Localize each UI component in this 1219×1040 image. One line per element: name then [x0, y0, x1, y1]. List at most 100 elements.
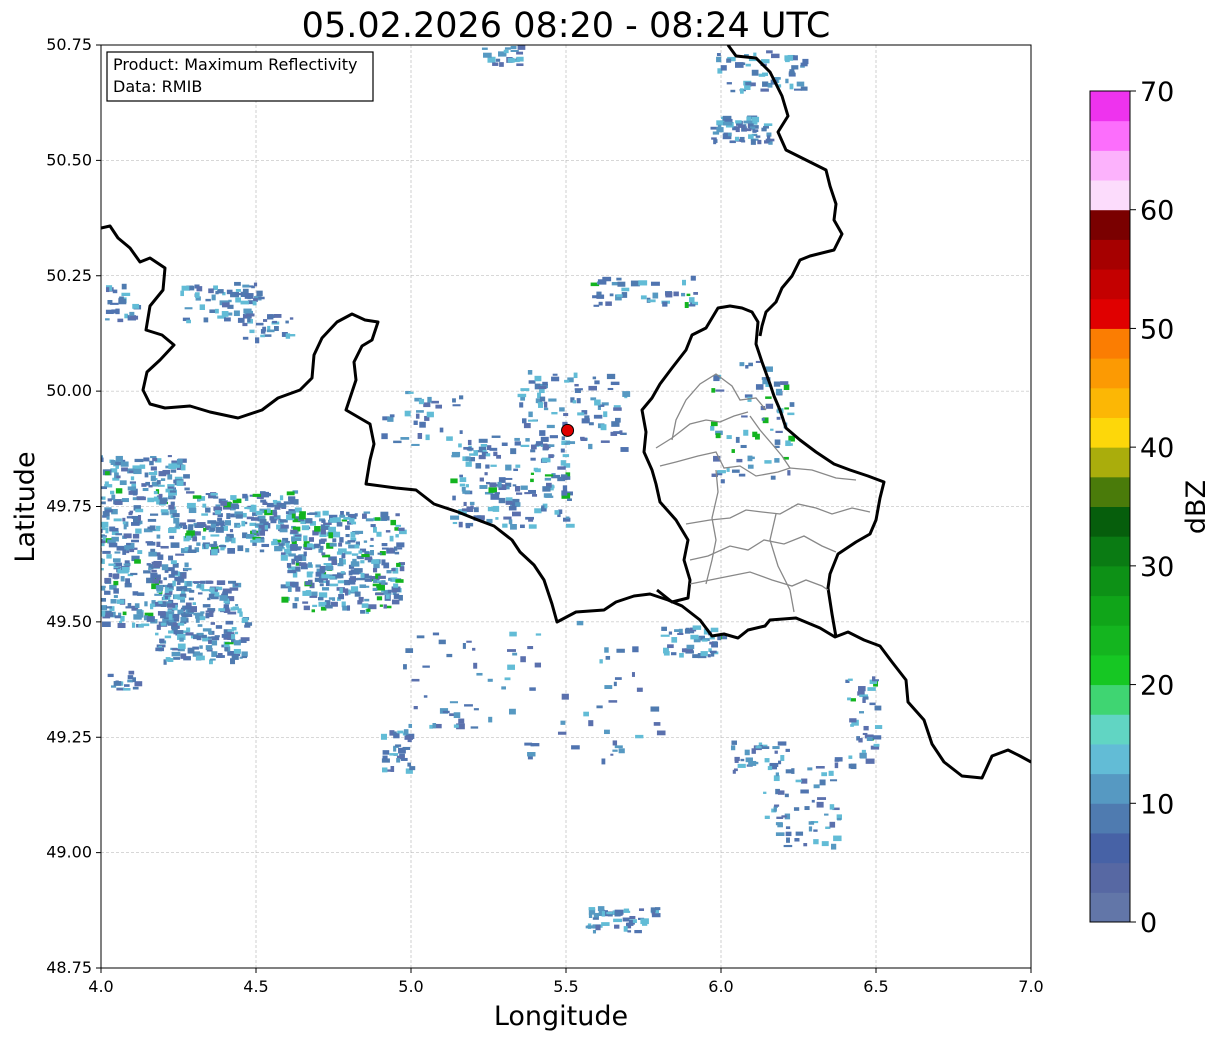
echo-cell — [419, 421, 426, 428]
echo-cell — [459, 474, 463, 478]
echo-cell — [449, 701, 459, 704]
echo-cell — [170, 469, 177, 473]
echo-cell — [152, 457, 158, 462]
echo-cell — [476, 672, 483, 676]
echo-cell — [785, 769, 792, 774]
echo-cell — [210, 523, 217, 528]
echo-cell — [363, 585, 370, 588]
echo-cell — [560, 720, 566, 725]
y-tick-label: 50.00 — [46, 381, 92, 400]
echo-cell — [186, 319, 191, 324]
echo-cell — [274, 545, 283, 552]
echo-cell — [226, 513, 231, 520]
echo-cell — [601, 911, 606, 917]
echo-cell — [250, 539, 259, 543]
x-axis-label: Longitude — [494, 1001, 628, 1032]
echo-cell — [465, 461, 472, 467]
echo-cell — [534, 662, 542, 668]
echo-cell — [400, 757, 408, 761]
echo-cell — [215, 504, 221, 507]
echo-cell — [389, 753, 399, 756]
echo-cell — [541, 505, 545, 511]
echo-cell — [393, 440, 402, 444]
echo-cell — [432, 632, 440, 636]
echo-cell — [182, 525, 188, 530]
echo-cell — [872, 735, 882, 740]
echo-cell — [549, 435, 558, 439]
echo-cell — [201, 634, 207, 638]
echo-cell — [226, 289, 233, 295]
echo-cell — [560, 460, 566, 466]
echo-cell — [223, 317, 231, 322]
echo-cell — [225, 620, 234, 625]
x-tick-label: 5.0 — [398, 977, 423, 996]
echo-cell — [237, 545, 244, 552]
echo-cell — [129, 481, 137, 484]
echo-cell — [505, 464, 512, 471]
echo-cell — [351, 553, 359, 556]
echo-cell — [479, 477, 484, 482]
echo-cell — [594, 399, 601, 406]
echo-cell — [804, 806, 810, 811]
echo-cell — [116, 599, 125, 604]
echo-cell — [381, 433, 388, 440]
echo-cell — [638, 908, 645, 911]
echo-cell — [363, 540, 368, 543]
echo-cell — [767, 766, 773, 771]
echo-cell — [785, 831, 792, 837]
echo-cell — [115, 308, 120, 315]
echo-cell — [593, 304, 600, 307]
echo-cell — [322, 511, 328, 515]
echo-cell — [573, 372, 578, 379]
echo-cell — [218, 520, 225, 523]
echo-cell — [650, 706, 660, 712]
echo-cell — [229, 535, 234, 538]
echo-cell — [193, 612, 202, 616]
echo-cell — [738, 473, 746, 477]
echo-cell — [829, 779, 838, 782]
echo-cell — [741, 415, 748, 418]
echo-cell — [192, 602, 196, 606]
echo-cell — [302, 590, 312, 596]
echo-cell — [466, 640, 472, 643]
echo-cell — [118, 298, 127, 305]
echo-cell — [319, 568, 326, 574]
echo-cell — [378, 575, 386, 579]
echo-cell — [772, 746, 780, 750]
x-tick-label: 6.0 — [708, 977, 733, 996]
echo-cell — [548, 398, 557, 402]
echo-cell — [390, 519, 397, 526]
echo-cell — [224, 520, 231, 526]
echo-cell — [173, 630, 178, 635]
echo-cell — [147, 518, 157, 522]
echo-cell — [496, 454, 502, 459]
echo-cell — [345, 533, 350, 538]
echo-cell — [576, 398, 581, 404]
echo-cell — [104, 481, 109, 487]
echo-cell — [617, 281, 626, 287]
echo-cell — [761, 417, 765, 421]
echo-cell — [874, 705, 882, 711]
echo-cell — [757, 139, 762, 145]
echo-cell — [465, 484, 469, 488]
echo-cell — [362, 513, 367, 519]
echo-cell — [137, 550, 143, 555]
echo-cell — [386, 570, 392, 574]
echo-cell — [209, 587, 215, 593]
echo-cell — [320, 529, 326, 535]
echo-cell — [432, 723, 437, 729]
echo-cell — [156, 585, 164, 591]
echo-cell — [255, 337, 260, 344]
echo-cell — [597, 906, 605, 911]
echo-cell — [303, 535, 308, 542]
echo-cell — [442, 710, 450, 714]
echo-cell — [623, 926, 628, 932]
echo-cell — [450, 515, 460, 520]
echo-cell — [229, 529, 234, 533]
echo-cell — [859, 711, 865, 714]
echo-cell — [169, 490, 177, 493]
echo-cell — [170, 501, 175, 506]
echo-cell — [205, 543, 210, 549]
echo-cell — [156, 541, 161, 547]
echo-cell — [251, 285, 255, 289]
